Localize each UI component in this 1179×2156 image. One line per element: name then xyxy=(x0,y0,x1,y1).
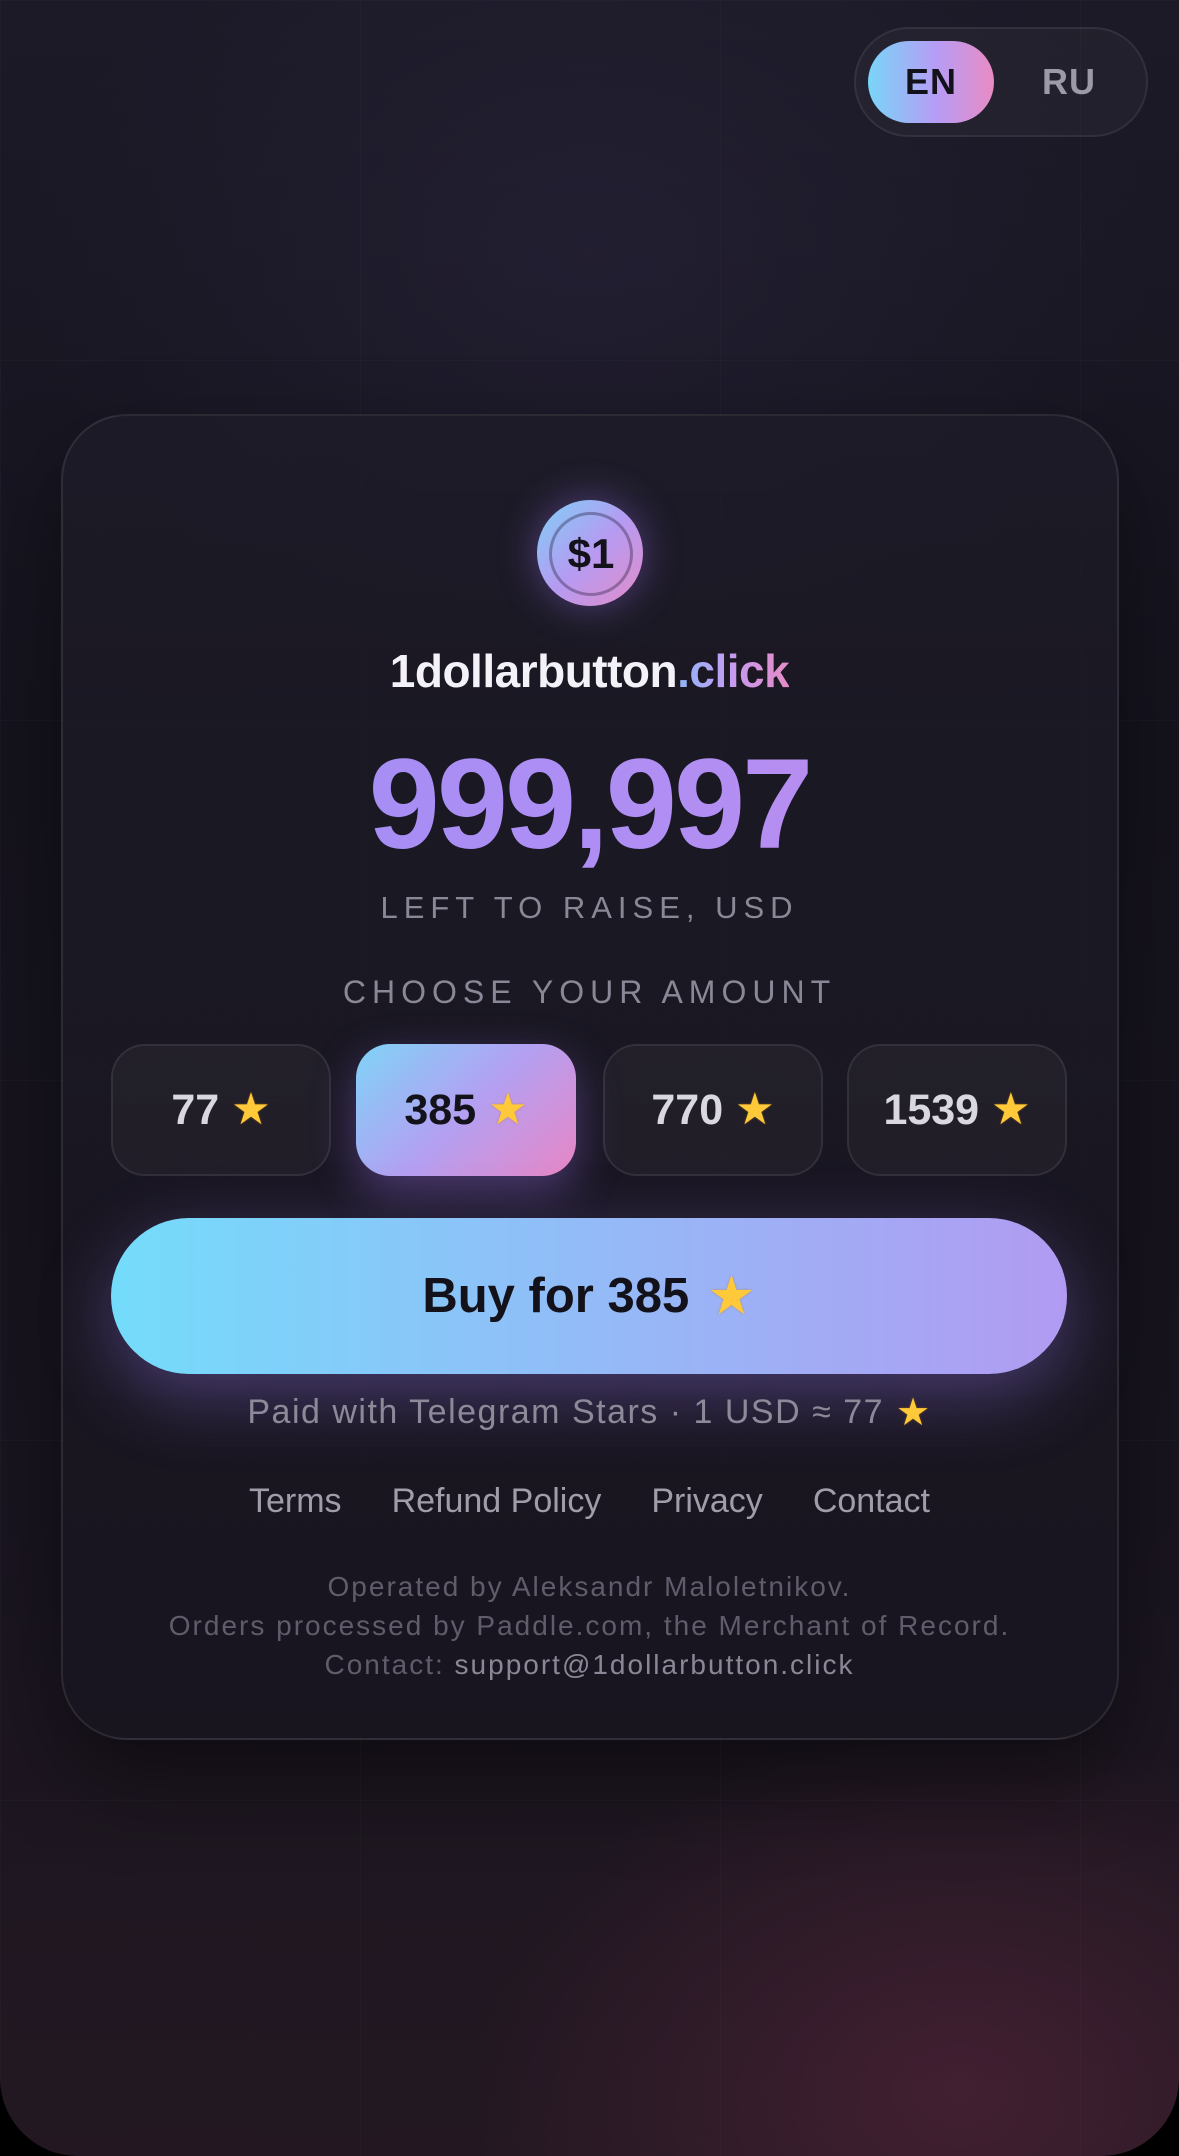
star-icon: ★ xyxy=(991,1085,1031,1134)
language-switch: EN RU xyxy=(854,27,1148,137)
operator-line: Operated by Aleksandr Maloletnikov. xyxy=(327,1571,852,1602)
amount-value: 770 xyxy=(651,1085,724,1134)
remaining-amount: 999,997 xyxy=(0,740,1179,870)
refund-policy-link[interactable]: Refund Policy xyxy=(392,1482,602,1521)
legal-footer: Operated by Aleksandr Maloletnikov. Orde… xyxy=(0,1567,1179,1684)
merchant-line: Orders processed by Paddle.com, the Merc… xyxy=(168,1610,1011,1641)
amount-value: 77 xyxy=(171,1085,220,1134)
amount-option-1539[interactable]: 1539 ★ xyxy=(847,1044,1067,1176)
contact-link[interactable]: Contact xyxy=(813,1482,930,1521)
privacy-link[interactable]: Privacy xyxy=(651,1482,762,1521)
choose-amount-label: CHOOSE YOUR AMOUNT xyxy=(342,974,837,1010)
star-icon: ★ xyxy=(488,1085,528,1134)
payment-note-text: Paid with Telegram Stars · 1 USD ≈ 77 xyxy=(247,1393,885,1431)
remaining-amount-label: LEFT TO RAISE, USD xyxy=(380,890,799,925)
amount-option-77[interactable]: 77 ★ xyxy=(111,1044,331,1176)
language-ru-button[interactable]: RU xyxy=(1006,41,1132,123)
star-icon: ★ xyxy=(707,1266,756,1326)
terms-link[interactable]: Terms xyxy=(249,1482,342,1521)
payment-note: Paid with Telegram Stars · 1 USD ≈ 77 ★ xyxy=(0,1393,1179,1432)
star-icon: ★ xyxy=(896,1391,932,1434)
amount-value: 1539 xyxy=(883,1085,980,1134)
buy-button[interactable]: Buy for 385 ★ xyxy=(111,1218,1067,1374)
app-screen: EN RU $1 1dollarbutton.click 999,997 LEF… xyxy=(0,0,1179,2156)
star-icon: ★ xyxy=(735,1085,775,1134)
contact-line: Contact: support@1dollarbutton.click xyxy=(0,1645,1179,1684)
support-email-link[interactable]: support@1dollarbutton.click xyxy=(455,1649,855,1680)
buy-button-label: Buy for 385 xyxy=(422,1269,690,1323)
site-title-tld: .click xyxy=(677,645,790,697)
dollar-coin-logo: $1 xyxy=(537,500,643,606)
coin-label: $1 xyxy=(549,512,633,596)
amount-value: 385 xyxy=(404,1085,477,1134)
star-icon: ★ xyxy=(231,1085,271,1134)
site-title: 1dollarbutton.click xyxy=(0,644,1179,698)
amount-option-770[interactable]: 770 ★ xyxy=(603,1044,823,1176)
language-en-button[interactable]: EN xyxy=(868,41,994,123)
contact-prefix: Contact: xyxy=(324,1649,445,1680)
footer-links: Terms Refund Policy Privacy Contact xyxy=(0,1482,1179,1521)
site-title-name: 1dollarbutton xyxy=(389,645,678,697)
amount-option-385[interactable]: 385 ★ xyxy=(356,1044,576,1176)
